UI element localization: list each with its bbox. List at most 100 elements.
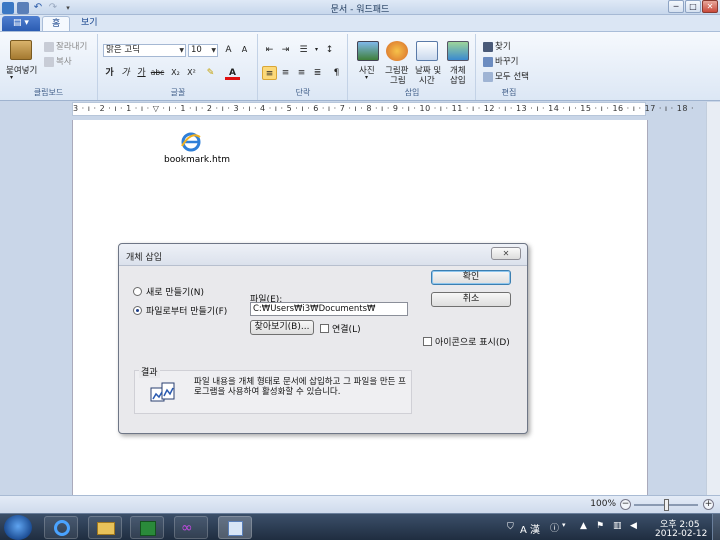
font-name-select[interactable]: 맑은 고딕 ▼ [103, 44, 186, 57]
select-all-button[interactable]: 모두 선택 [483, 70, 529, 82]
find-button[interactable]: 찾기 [483, 40, 511, 52]
title-bar: ↶ ↷ ▾ 문서 - 워드패드 ─ □ ✕ [0, 0, 720, 15]
superscript-button[interactable]: X² [184, 66, 199, 80]
chevron-down-icon: ▼ [211, 47, 216, 54]
replace-button[interactable]: 바꾸기 [483, 55, 518, 67]
dialog-title: 개체 삽입 [126, 253, 162, 263]
line-spacing-icon[interactable]: ↕ [322, 43, 337, 57]
insert-object-dialog: 개체 삽입 ✕ 새로 만들기(N) 파일로부터 만들기(F) 파일(E): C:… [118, 243, 528, 434]
paragraph-settings-icon[interactable]: ¶ [329, 66, 344, 80]
create-new-option[interactable]: 새로 만들기(N) [133, 285, 204, 298]
zoom-slider-thumb[interactable] [664, 499, 669, 511]
underline-button[interactable]: 가 [134, 66, 149, 80]
tab-view[interactable]: 보기 [72, 16, 107, 31]
paint-drawing-line2[interactable]: 그림 [390, 74, 406, 86]
action-center-icon[interactable]: ⚑ [596, 521, 604, 531]
align-center-icon[interactable]: ≡ [278, 66, 293, 80]
create-new-label: 새로 만들기(N) [146, 288, 205, 298]
taskbar-wordpad[interactable] [218, 516, 252, 539]
ruler[interactable]: 3 · ı · 2 · ı · 1 · ı · ▽ · ı · 1 · ı · … [72, 102, 694, 116]
paste-dropdown-icon[interactable]: ▾ [10, 74, 13, 81]
link-option[interactable]: 연결(L) [320, 322, 361, 335]
picture-dropdown-icon[interactable]: ▾ [365, 74, 368, 81]
minimize-button[interactable]: ─ [668, 0, 684, 13]
create-from-file-radio[interactable] [133, 306, 142, 315]
replace-icon [483, 56, 493, 67]
tray-options-icon[interactable]: ▾ [562, 521, 566, 529]
create-new-radio[interactable] [133, 287, 142, 296]
folder-icon [97, 522, 115, 535]
copy-label: 복사 [56, 57, 72, 67]
create-from-file-option[interactable]: 파일로부터 만들기(F) [133, 304, 227, 317]
find-label: 찾기 [495, 42, 511, 52]
shrink-font-button[interactable]: A [237, 43, 252, 57]
vertical-scrollbar[interactable] [706, 102, 720, 495]
insert-object-icon[interactable] [447, 41, 469, 61]
volume-icon[interactable]: ◀ [630, 521, 637, 531]
align-right-icon[interactable]: ≡ [294, 66, 309, 80]
show-hidden-icons[interactable]: ▲ [580, 521, 587, 531]
start-button[interactable] [4, 515, 32, 540]
excel-icon [140, 521, 156, 536]
select-all-label: 모두 선택 [495, 72, 529, 82]
link-label: 연결(L) [332, 325, 361, 335]
calendar-icon[interactable] [416, 41, 438, 61]
taskbar: ∞ ⛉ A 漢 ⓘ ▾ ▲ ⚑ ▥ ◀ 오후 2:05 2012-02-12 [0, 513, 720, 540]
internet-explorer-icon [54, 520, 70, 536]
display-as-icon-checkbox[interactable] [423, 337, 432, 346]
network-icon[interactable]: ▥ [613, 521, 622, 531]
ruler-marks: 3 · ı · 2 · ı · 1 · ı · ▽ · ı · 1 · ı · … [73, 104, 695, 113]
grow-font-button[interactable]: A [221, 43, 236, 57]
picture-icon[interactable] [357, 41, 379, 61]
file-path-input[interactable]: C:₩Users₩i3₩Documents₩ [250, 302, 408, 316]
bold-button[interactable]: 가 [102, 66, 117, 80]
dialog-close-button[interactable]: ✕ [491, 247, 521, 260]
taskbar-explorer[interactable] [88, 516, 122, 539]
select-all-icon [483, 71, 493, 82]
cut-button[interactable]: 잘라내기 [44, 40, 87, 52]
close-button[interactable]: ✕ [702, 0, 718, 13]
increase-indent-icon[interactable]: ⇥ [278, 43, 293, 57]
show-desktop-button[interactable] [712, 514, 720, 540]
font-size-select[interactable]: 10 ▼ [188, 44, 218, 57]
cancel-button[interactable]: 취소 [431, 292, 511, 307]
justify-icon[interactable]: ≣ [310, 66, 325, 80]
paste-icon[interactable] [10, 40, 32, 60]
browse-button[interactable]: 찾아보기(B)... [250, 320, 314, 335]
zoom-in-button[interactable]: + [703, 499, 714, 510]
language-indicator[interactable]: A 漢 [520, 521, 540, 536]
scissors-icon [44, 41, 54, 52]
internet-explorer-icon[interactable] [180, 131, 202, 153]
maximize-button[interactable]: □ [685, 0, 701, 13]
align-left-icon[interactable]: ≡ [262, 66, 277, 80]
insert-object-line2[interactable]: 삽입 [450, 74, 466, 86]
file-object-icon [150, 382, 176, 404]
taskbar-internet-explorer[interactable] [44, 516, 78, 539]
zoom-slider[interactable] [634, 499, 698, 511]
paragraph-group-label: 단락 [295, 88, 311, 97]
highlight-button[interactable]: ✎ [203, 66, 218, 80]
copy-button[interactable]: 복사 [44, 55, 72, 67]
zoom-out-button[interactable]: − [620, 499, 631, 510]
subscript-button[interactable]: X₂ [168, 66, 183, 80]
decrease-indent-icon[interactable]: ⇤ [262, 43, 277, 57]
embedded-file-label[interactable]: bookmark.htm [164, 155, 230, 165]
datetime-line2[interactable]: 시간 [419, 74, 435, 86]
ok-button[interactable]: 확인 [431, 270, 511, 285]
help-icon[interactable]: ⓘ [550, 521, 559, 534]
binoculars-icon [483, 41, 493, 52]
font-color-button[interactable]: A [225, 66, 240, 80]
paint-drawing-icon[interactable] [386, 41, 408, 61]
strikethrough-button[interactable]: abc [150, 66, 165, 80]
tab-home[interactable]: 홈 [42, 16, 71, 31]
display-as-icon-option[interactable]: 아이콘으로 표시(D) [423, 335, 510, 348]
clock-date[interactable]: 2012-02-12 [655, 529, 707, 539]
link-checkbox[interactable] [320, 324, 329, 333]
tray-shield-icon[interactable]: ⛉ [507, 522, 514, 532]
taskbar-excel[interactable] [130, 516, 164, 539]
italic-button[interactable]: 가 [118, 66, 133, 80]
app-menu-button[interactable]: ▤ ▾ [2, 16, 40, 31]
font-size-value: 10 [191, 45, 202, 55]
taskbar-app[interactable]: ∞ [174, 516, 208, 539]
editing-group-label: 편집 [501, 88, 517, 97]
